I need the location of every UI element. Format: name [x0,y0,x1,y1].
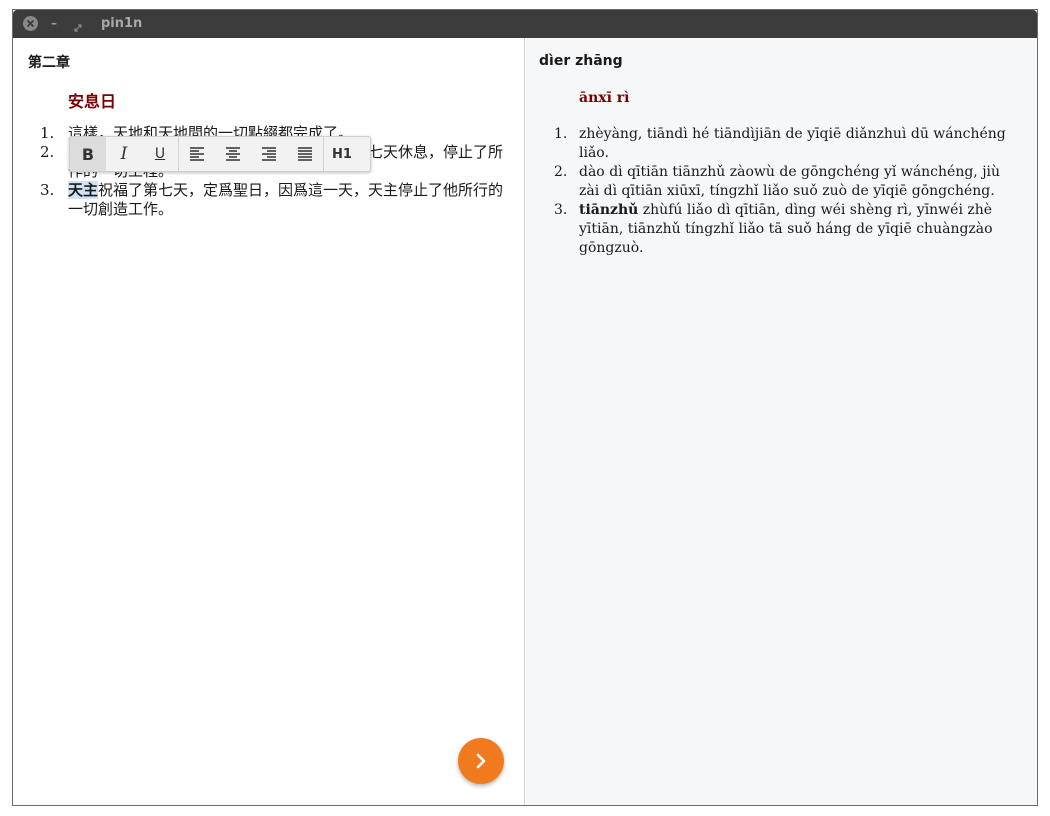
minimize-icon[interactable]: – [51,17,61,29]
section-heading: ānxī rì [579,90,630,106]
list-number: 3. [40,181,55,199]
section-heading: 安息日 [68,92,117,111]
italic-button[interactable]: I [106,137,142,171]
justify-icon [298,147,312,161]
verse-text-rest: 祝福了第七天，定爲聖日，因爲這一天，天主停止了他所行的一切創造工作。 [68,181,504,218]
maximize-icon[interactable] [73,18,83,32]
selected-text[interactable]: 天主 [68,181,99,199]
pinyin-text: zhèyàng, tiāndì hé tiāndìjiān de yīqiē d… [579,126,1006,161]
bold-label: B [81,144,95,164]
align-center-icon [226,147,240,161]
pinyin-pane: dìer zhāng ānxī rì 1. zhèyàng, tiāndì hé… [526,38,1037,805]
underline-button[interactable]: U [142,137,178,171]
align-center-button[interactable] [215,137,251,171]
chapter-title: dìer zhāng [539,53,623,69]
title-bar: – pin1n [13,10,1037,38]
list-number: 1. [40,124,55,142]
window-title: pin1n [101,16,143,31]
list-number: 3. [554,202,568,218]
list-number: 2. [554,164,568,180]
heading-label: H1 [332,146,352,162]
list-number: 1. [554,126,568,142]
align-right-icon [262,147,276,161]
chapter-title: 第二章 [28,55,70,71]
align-right-button[interactable] [251,137,287,171]
chevron-right-icon [476,753,486,769]
underline-label: U [154,146,166,162]
close-icon[interactable] [23,16,38,31]
list-item: 3. 天主祝福了第七天，定爲聖日，因爲這一天，天主停止了他所行的一切創造工作。 [40,181,505,219]
list-item: 1. zhèyàng, tiāndì hé tiāndìjiān de yīqi… [554,125,1019,163]
bold-button[interactable]: B [70,137,106,171]
italic-label: I [120,144,128,164]
pinyin-text: dào dì qītiān tiānzhǔ zàowù de gōngchéng… [579,164,1001,199]
format-toolbar: B I U H1 [69,136,371,172]
verse-text[interactable]: 天主祝福了第七天，定爲聖日，因爲這一天，天主停止了他所行的一切創造工作。 [68,181,505,219]
pinyin-bold: tiānzhǔ [579,202,639,218]
editor-pane[interactable]: 第二章 安息日 1. 這樣，天地和天地間的一切點綴都完成了。 2. 到第七天，天… [13,38,525,805]
app-window: – pin1n 第二章 安息日 1. 這樣，天地和天地間的一切點綴都完成了。 2… [12,9,1038,806]
heading-button[interactable]: H1 [324,137,360,171]
pinyin-list: 1. zhèyàng, tiāndì hé tiāndìjiān de yīqi… [554,125,1019,258]
pinyin-text: tiānzhǔ zhùfú liǎo dì qītiān, dìng wéi s… [579,201,1019,258]
list-item: 3. tiānzhǔ zhùfú liǎo dì qītiān, dìng wé… [554,201,1019,258]
list-item: 2. dào dì qītiān tiānzhǔ zàowù de gōngch… [554,163,1019,201]
list-number: 2. [40,143,55,161]
align-left-button[interactable] [179,137,215,171]
justify-button[interactable] [287,137,323,171]
next-button[interactable] [458,738,504,784]
pinyin-text-rest: zhùfú liǎo dì qītiān, dìng wéi shèng rì,… [579,202,993,256]
align-left-icon [190,147,204,161]
